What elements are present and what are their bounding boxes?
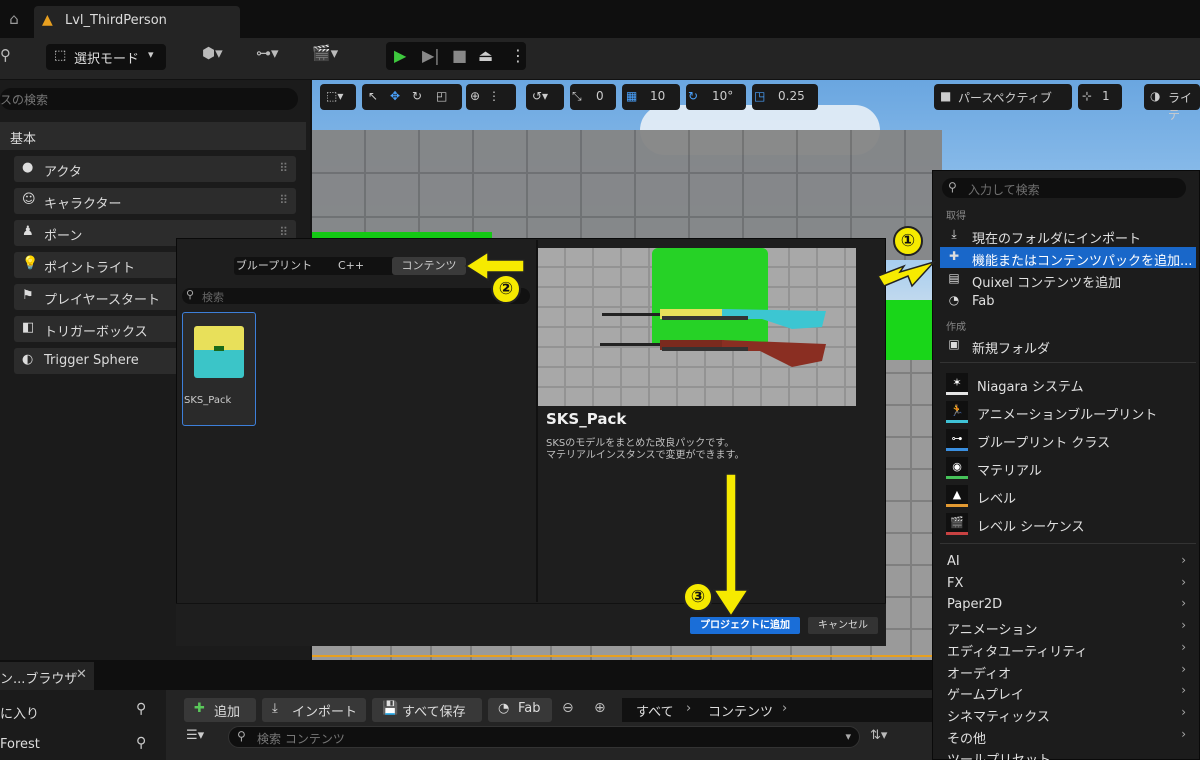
- annotation-arrows: [464, 250, 937, 618]
- arrow-step1: [876, 260, 937, 288]
- annotation-badge-3: ③: [683, 582, 713, 612]
- annotation-badge-2: ②: [491, 274, 521, 304]
- arrow-step3: [712, 473, 750, 618]
- annotation-badge-1: ①: [893, 226, 923, 256]
- arrow-step2: [464, 250, 525, 282]
